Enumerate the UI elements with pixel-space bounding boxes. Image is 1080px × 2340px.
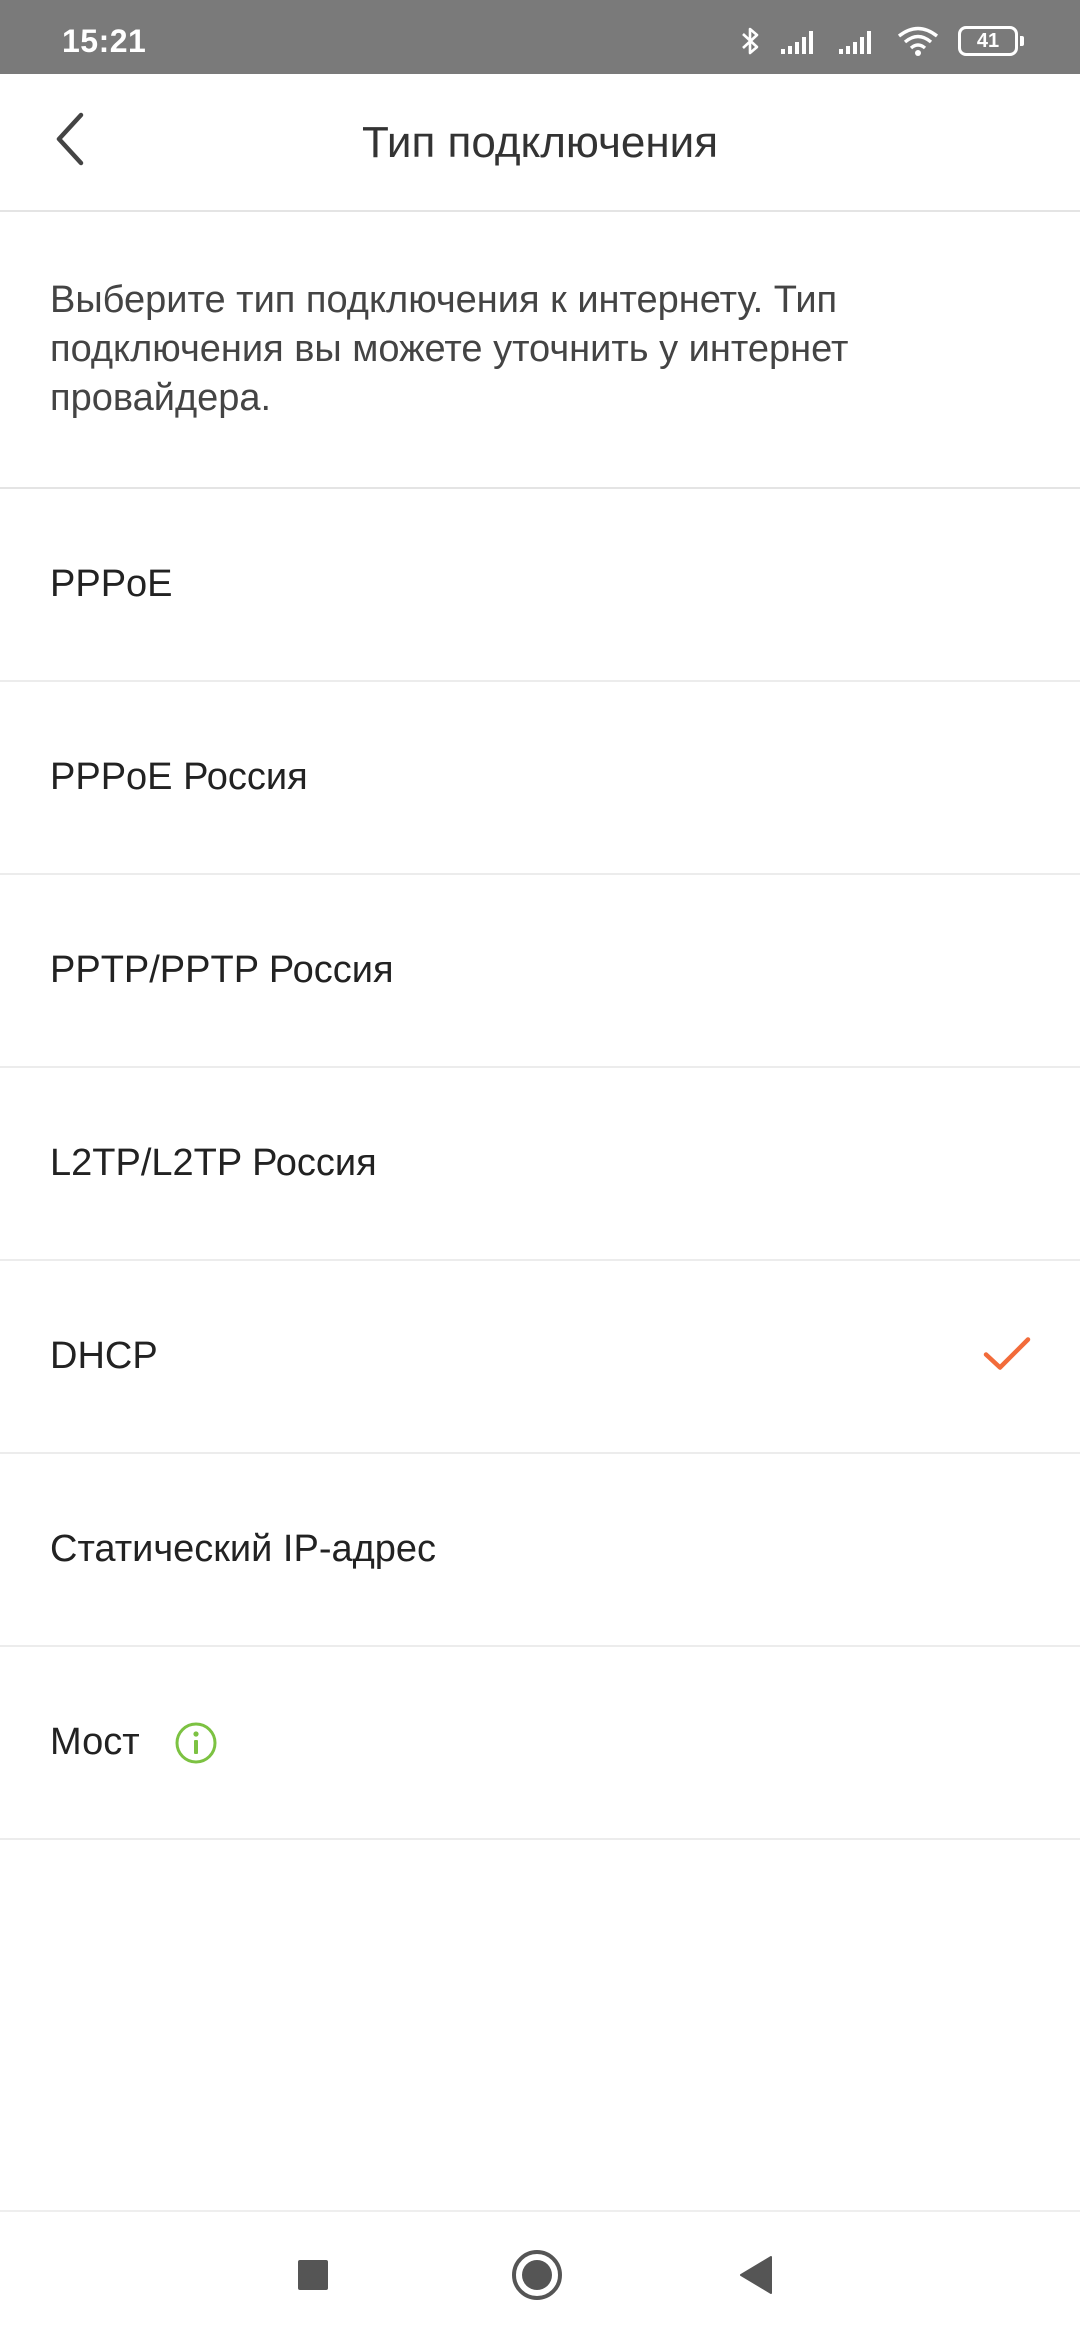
home-button[interactable] <box>502 2242 572 2312</box>
battery-icon: 41 <box>958 26 1024 56</box>
connection-type-list: PPPoE PPPoE Россия PPTP/PPTP Россия L2TP… <box>0 489 1080 1840</box>
option-label: Мост <box>50 1721 140 1763</box>
nav-back-button[interactable] <box>722 2242 792 2312</box>
page-title: Тип подключения <box>361 118 719 167</box>
option-static-ip[interactable]: Статический IP-адрес <box>0 1454 1080 1647</box>
option-pppoe[interactable]: PPPoE <box>0 489 1080 682</box>
signal-icon <box>838 27 878 55</box>
option-bridge[interactable]: Мост <box>0 1647 1080 1840</box>
recents-button[interactable] <box>278 2242 348 2312</box>
option-pppoe-russia[interactable]: PPPoE Россия <box>0 682 1080 875</box>
option-label: PPPoE Россия <box>50 756 308 798</box>
status-bar: 15:21 41 <box>0 0 1080 74</box>
option-dhcp[interactable]: DHCP <box>0 1261 1080 1454</box>
option-label: DHCP <box>50 1335 158 1377</box>
status-icons: 41 <box>740 25 1024 57</box>
option-label: Статический IP-адрес <box>50 1528 437 1570</box>
battery-level: 41 <box>976 29 1000 52</box>
bluetooth-icon <box>740 25 762 57</box>
navigation-bar <box>0 2210 1080 2340</box>
option-label: PPPoE <box>50 563 173 605</box>
back-triangle-icon <box>737 2253 777 2302</box>
description-text: Выберите тип подключения к интернету. Ти… <box>0 212 1080 489</box>
option-label: PPTP/PPTP Россия <box>50 949 394 991</box>
signal-icon <box>780 27 820 55</box>
home-circle-icon <box>510 2248 564 2307</box>
status-time: 15:21 <box>62 22 147 59</box>
option-pptp-russia[interactable]: PPTP/PPTP Россия <box>0 875 1080 1068</box>
wifi-icon <box>896 25 940 57</box>
option-label: L2TP/L2TP Россия <box>50 1142 377 1184</box>
checkmark-icon <box>982 1334 1032 1379</box>
header: Тип подключения <box>0 74 1080 212</box>
info-icon[interactable] <box>174 1721 218 1765</box>
recents-square-icon <box>296 2258 330 2297</box>
option-l2tp-russia[interactable]: L2TP/L2TP Россия <box>0 1068 1080 1261</box>
